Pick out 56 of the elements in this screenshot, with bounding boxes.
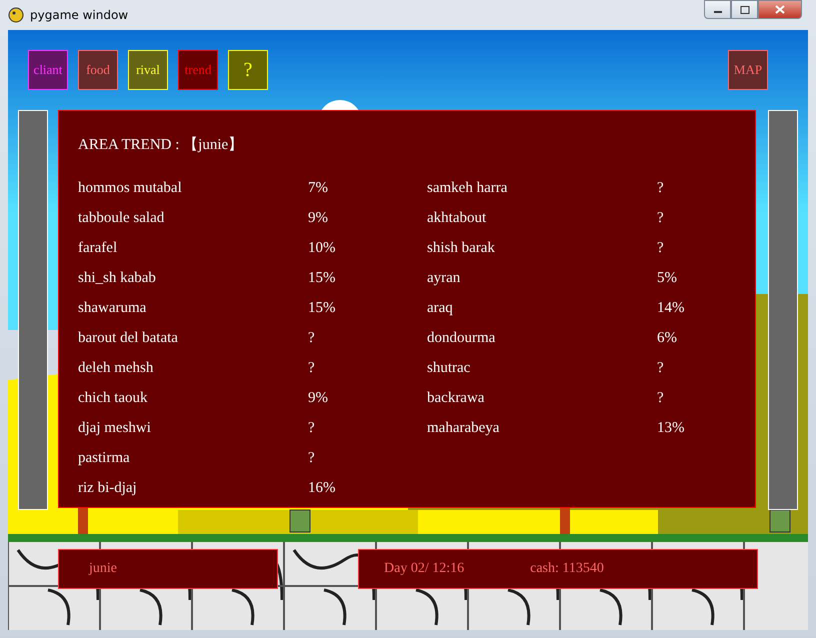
food-name: shawaruma xyxy=(78,300,148,318)
food-name: samkeh harra xyxy=(427,180,508,198)
food-name: tabboule salad xyxy=(78,210,166,228)
food-name: shish barak xyxy=(427,240,496,258)
food-name: maharabeya xyxy=(427,420,500,438)
trend-value: 10% xyxy=(308,240,336,258)
trend-value: 9% xyxy=(308,210,329,228)
trend-value: ? xyxy=(657,210,665,228)
food-name: farafel xyxy=(78,240,118,258)
trend-value: ? xyxy=(308,330,316,348)
trend-value: ? xyxy=(657,180,665,198)
close-button[interactable] xyxy=(758,0,802,19)
food-name: ayran xyxy=(427,270,462,288)
trend-value: 14% xyxy=(657,300,686,318)
food-name: riz bi-djaj xyxy=(78,480,138,498)
trend-value: ? xyxy=(308,360,316,378)
food-name: shi_sh kabab xyxy=(78,270,157,288)
menu-button[interactable]: rival xyxy=(128,50,168,90)
menu-button[interactable]: ? xyxy=(228,50,268,90)
cash-amount: cash: 113540 xyxy=(530,561,604,577)
trend-value: 15% xyxy=(308,270,336,288)
food-name: chich taouk xyxy=(78,390,149,408)
food-name: araq xyxy=(427,300,454,318)
trend-value: ? xyxy=(657,360,665,378)
trend-value: ? xyxy=(308,450,316,468)
day-time: Day 02/ 12:16 xyxy=(384,561,464,577)
trend-value: 15% xyxy=(308,300,336,318)
trend-value: ? xyxy=(657,390,665,408)
food-name: dondourma xyxy=(427,330,496,348)
player-name: junie xyxy=(89,561,117,577)
food-name: backrawa xyxy=(427,390,486,408)
panel-title: AREA TREND : 【junie】 xyxy=(78,136,244,155)
food-name: barout del batata xyxy=(78,330,179,348)
trend-value: 13% xyxy=(657,420,686,438)
trend-value: 9% xyxy=(308,390,329,408)
maximize-button[interactable] xyxy=(731,0,758,19)
trend-value: 16% xyxy=(308,480,336,498)
close-icon xyxy=(775,5,785,14)
trend-value: 6% xyxy=(657,330,678,348)
map-button[interactable]: MAP xyxy=(728,50,768,90)
menu-button[interactable]: cliant xyxy=(28,50,68,90)
food-name: hommos mutabal xyxy=(78,180,183,198)
food-name: deleh mehsh xyxy=(78,360,154,378)
food-name: pastirma xyxy=(78,450,131,468)
maximize-icon xyxy=(740,6,750,14)
minimize-button[interactable] xyxy=(704,0,731,19)
food-name: akhtabout xyxy=(427,210,488,228)
trend-value: ? xyxy=(657,240,665,258)
menu-button[interactable]: trend xyxy=(178,50,218,90)
food-name: shutrac xyxy=(427,360,472,378)
trend-value: 7% xyxy=(308,180,329,198)
trend-value: 5% xyxy=(657,270,678,288)
window-title: pygame window xyxy=(30,8,128,22)
menu-button[interactable]: food xyxy=(78,50,118,90)
food-name: djaj meshwi xyxy=(78,420,152,438)
trend-value: ? xyxy=(308,420,316,438)
